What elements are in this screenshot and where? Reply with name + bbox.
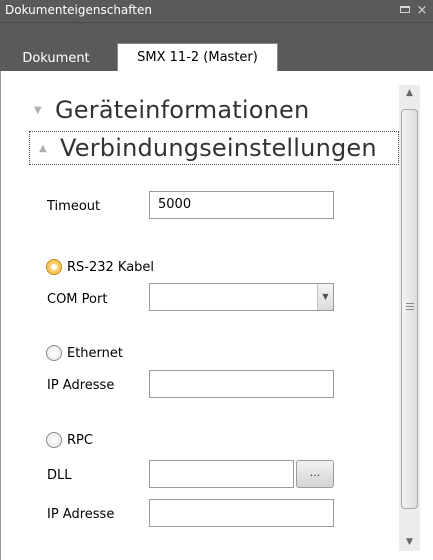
dropdown-arrow-icon: ▼: [317, 284, 333, 310]
radio-selected-icon: [46, 259, 62, 275]
grip-icon: [406, 303, 414, 310]
title-bar: Dokumenteigenschaften ×: [0, 0, 433, 23]
timeout-input[interactable]: 5000: [149, 191, 334, 219]
section-geraeteinformationen[interactable]: ▼ Geräteinformationen: [29, 93, 369, 127]
section-label: Geräteinformationen: [55, 96, 310, 124]
vertical-scrollbar[interactable]: ▲ ▼: [399, 85, 420, 551]
dll-input[interactable]: [149, 460, 294, 488]
maximize-button[interactable]: [398, 3, 412, 19]
ethernet-ip-label: IP Adresse: [47, 378, 115, 393]
radio-unselected-icon: [46, 345, 62, 361]
rs232-radio[interactable]: RS-232 Kabel: [46, 257, 154, 277]
section-verbindungseinstellungen[interactable]: ▲ Verbindungseinstellungen: [29, 131, 399, 165]
com-port-select[interactable]: ▼: [149, 283, 334, 311]
radio-unselected-icon: [46, 432, 62, 448]
scroll-up-arrow-icon[interactable]: ▲: [399, 85, 420, 102]
scroll-down-arrow-icon[interactable]: ▼: [399, 534, 420, 551]
section-label: Verbindungseinstellungen: [60, 134, 377, 162]
ethernet-radio[interactable]: Ethernet: [46, 343, 123, 363]
tab-strip: Dokument SMX 11-2 (Master): [0, 23, 433, 72]
close-button[interactable]: ×: [415, 3, 429, 19]
timeout-label: Timeout: [47, 199, 101, 214]
com-port-label: COM Port: [47, 292, 108, 307]
scroll-thumb[interactable]: [401, 109, 418, 509]
expanded-arrow-icon: ▲: [39, 142, 47, 154]
ethernet-label: Ethernet: [67, 345, 123, 361]
properties-panel: ▼ Geräteinformationen ▲ Verbindungseinst…: [0, 71, 433, 560]
rpc-ip-label: IP Adresse: [47, 507, 115, 522]
document-properties-window: Dokumenteigenschaften × Dokument SMX 11-…: [0, 0, 433, 560]
rs232-label: RS-232 Kabel: [67, 259, 155, 275]
maximize-icon: [400, 6, 410, 13]
close-icon: ×: [416, 3, 428, 18]
dll-label: DLL: [47, 468, 72, 483]
tab-dokument[interactable]: Dokument: [0, 47, 112, 71]
rpc-ip-input[interactable]: [149, 499, 334, 527]
browse-dll-button[interactable]: ...: [296, 460, 334, 488]
tab-smx-master[interactable]: SMX 11-2 (Master): [117, 43, 278, 72]
window-title: Dokumenteigenschaften: [5, 3, 152, 17]
ethernet-ip-input[interactable]: [149, 370, 334, 398]
collapsed-arrow-icon: ▼: [34, 104, 42, 116]
rpc-radio[interactable]: RPC: [46, 430, 93, 450]
rpc-label: RPC: [67, 432, 93, 448]
